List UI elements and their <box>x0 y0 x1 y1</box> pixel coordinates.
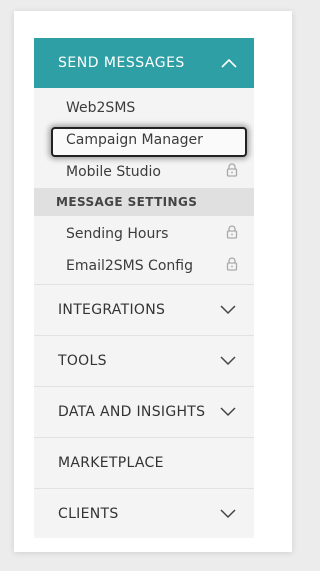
chevron-down-icon[interactable] <box>220 407 236 417</box>
menu-group-label: INTEGRATIONS <box>58 302 166 318</box>
menu-item-mobile-studio[interactable]: Mobile Studio <box>34 156 254 188</box>
menu-group-label: MARKETPLACE <box>58 455 164 471</box>
menu-item-label: Email2SMS Config <box>66 258 193 274</box>
menu-group-integrations[interactable]: INTEGRATIONS <box>34 284 254 335</box>
chevron-down-icon[interactable] <box>220 305 236 315</box>
menu-group-marketplace[interactable]: MARKETPLACE <box>34 437 254 488</box>
menu-group-label: CLIENTS <box>58 506 119 522</box>
navigation-card: SEND MESSAGES Web2SMS Campaign Manager M… <box>14 11 292 552</box>
message-settings-label: MESSAGE SETTINGS <box>56 195 198 209</box>
menu-item-sending-hours[interactable]: Sending Hours <box>34 218 254 250</box>
menu-item-label: Mobile Studio <box>66 164 161 180</box>
chevron-down-icon[interactable] <box>220 509 236 519</box>
menu-group-label: TOOLS <box>58 353 107 369</box>
menu-item-campaign-manager[interactable]: Campaign Manager <box>34 124 254 157</box>
lock-icon <box>226 225 238 243</box>
menu-group-data-and-insights[interactable]: DATA AND INSIGHTS <box>34 386 254 437</box>
chevron-up-icon[interactable] <box>221 58 237 68</box>
sidebar-menu: SEND MESSAGES Web2SMS Campaign Manager M… <box>34 38 254 538</box>
menu-item-label: Campaign Manager <box>66 132 203 148</box>
message-settings-heading: MESSAGE SETTINGS <box>34 188 254 216</box>
lock-icon <box>226 163 238 181</box>
menu-item-label: Sending Hours <box>66 226 169 242</box>
menu-item-email2sms-config[interactable]: Email2SMS Config <box>34 250 254 282</box>
menu-item-web2sms[interactable]: Web2SMS <box>34 92 254 124</box>
menu-group-tools[interactable]: TOOLS <box>34 335 254 386</box>
menu-group-label: DATA AND INSIGHTS <box>58 404 206 420</box>
lock-icon <box>226 257 238 275</box>
section-send-messages[interactable]: SEND MESSAGES <box>34 38 254 88</box>
menu-group-clients[interactable]: CLIENTS <box>34 488 254 539</box>
section-send-messages-label: SEND MESSAGES <box>58 55 185 71</box>
menu-item-label: Web2SMS <box>66 100 136 116</box>
chevron-down-icon[interactable] <box>220 356 236 366</box>
